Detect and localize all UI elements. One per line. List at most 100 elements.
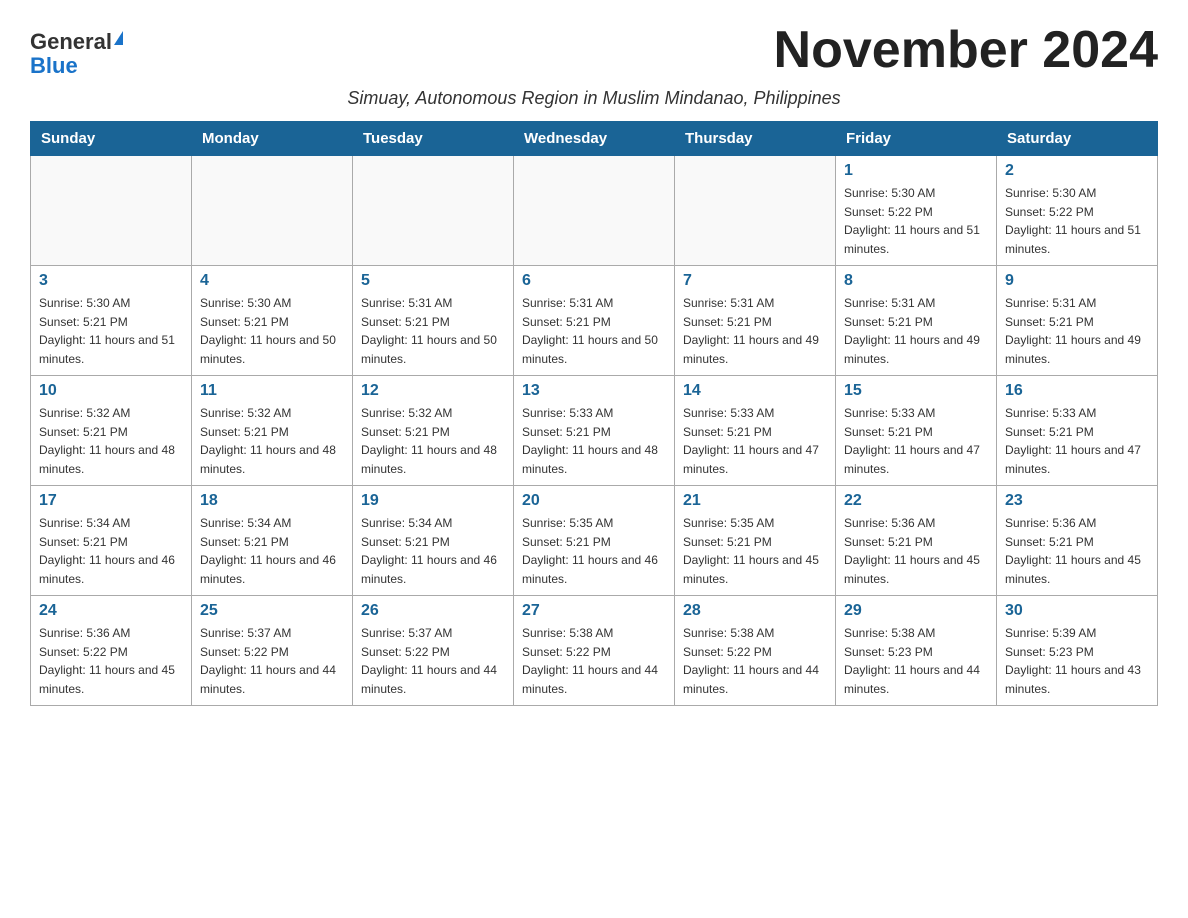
day-info: Sunrise: 5:30 AM Sunset: 5:21 PM Dayligh…	[200, 294, 344, 368]
header-row: SundayMondayTuesdayWednesdayThursdayFrid…	[31, 122, 1158, 156]
calendar-cell: 30 Sunrise: 5:39 AM Sunset: 5:23 PM Dayli…	[997, 596, 1158, 706]
calendar-cell: 29Sunrise: 5:38 AM Sunset: 5:23 PM Dayli…	[836, 596, 997, 706]
calendar-cell	[31, 156, 192, 266]
day-info: Sunrise: 5:35 AM Sunset: 5:21 PM Dayligh…	[683, 514, 827, 588]
day-info: Sunrise: 5:32 AM Sunset: 5:21 PM Dayligh…	[361, 404, 505, 478]
calendar-cell	[353, 156, 514, 266]
day-number: 14	[683, 382, 827, 400]
calendar-cell: 19Sunrise: 5:34 AM Sunset: 5:21 PM Dayli…	[353, 486, 514, 596]
day-number: 20	[522, 492, 666, 510]
day-number: 26	[361, 602, 505, 620]
day-info: Sunrise: 5:30 AM Sunset: 5:22 PM Dayligh…	[1005, 184, 1149, 258]
calendar-cell: 28Sunrise: 5:38 AM Sunset: 5:22 PM Dayli…	[675, 596, 836, 706]
calendar-header: SundayMondayTuesdayWednesdayThursdayFrid…	[31, 122, 1158, 156]
day-info: Sunrise: 5:33 AM Sunset: 5:21 PM Dayligh…	[844, 404, 988, 478]
day-info: Sunrise: 5:32 AM Sunset: 5:21 PM Dayligh…	[39, 404, 183, 478]
week-row-2: 3 Sunrise: 5:30 AM Sunset: 5:21 PM Daylig…	[31, 266, 1158, 376]
calendar-cell: 17 Sunrise: 5:34 AM Sunset: 5:21 PM Dayli…	[31, 486, 192, 596]
day-number: 5	[361, 272, 505, 290]
calendar-cell: 20 Sunrise: 5:35 AM Sunset: 5:21 PM Dayli…	[514, 486, 675, 596]
calendar-cell: 23 Sunrise: 5:36 AM Sunset: 5:21 PM Dayli…	[997, 486, 1158, 596]
calendar-cell: 12Sunrise: 5:32 AM Sunset: 5:21 PM Dayli…	[353, 376, 514, 486]
calendar-cell	[192, 156, 353, 266]
logo-general-text: General	[30, 30, 112, 54]
day-number: 9	[1005, 272, 1149, 290]
logo-triangle-icon	[114, 31, 123, 45]
day-info: Sunrise: 5:32 AM Sunset: 5:21 PM Dayligh…	[200, 404, 344, 478]
calendar-cell: 9 Sunrise: 5:31 AM Sunset: 5:21 PM Daylig…	[997, 266, 1158, 376]
day-info: Sunrise: 5:36 AM Sunset: 5:21 PM Dayligh…	[844, 514, 988, 588]
day-info: Sunrise: 5:35 AM Sunset: 5:21 PM Dayligh…	[522, 514, 666, 588]
day-number: 3	[39, 272, 183, 290]
day-info: Sunrise: 5:33 AM Sunset: 5:21 PM Dayligh…	[683, 404, 827, 478]
day-number: 7	[683, 272, 827, 290]
calendar-cell: 21 Sunrise: 5:35 AM Sunset: 5:21 PM Dayli…	[675, 486, 836, 596]
calendar-cell	[514, 156, 675, 266]
day-number: 24	[39, 602, 183, 620]
day-number: 28	[683, 602, 827, 620]
logo: General Blue	[30, 30, 123, 78]
day-number: 8	[844, 272, 988, 290]
day-number: 13	[522, 382, 666, 400]
calendar-cell: 5Sunrise: 5:31 AM Sunset: 5:21 PM Daylig…	[353, 266, 514, 376]
calendar-cell: 7 Sunrise: 5:31 AM Sunset: 5:21 PM Daylig…	[675, 266, 836, 376]
day-number: 4	[200, 272, 344, 290]
calendar-cell: 27 Sunrise: 5:38 AM Sunset: 5:22 PM Dayli…	[514, 596, 675, 706]
calendar-cell: 13 Sunrise: 5:33 AM Sunset: 5:21 PM Dayli…	[514, 376, 675, 486]
day-info: Sunrise: 5:36 AM Sunset: 5:22 PM Dayligh…	[39, 624, 183, 698]
day-number: 25	[200, 602, 344, 620]
header-day-friday: Friday	[836, 122, 997, 156]
day-info: Sunrise: 5:31 AM Sunset: 5:21 PM Dayligh…	[683, 294, 827, 368]
day-info: Sunrise: 5:37 AM Sunset: 5:22 PM Dayligh…	[200, 624, 344, 698]
day-number: 1	[844, 162, 988, 180]
week-row-3: 10Sunrise: 5:32 AM Sunset: 5:21 PM Dayli…	[31, 376, 1158, 486]
day-info: Sunrise: 5:31 AM Sunset: 5:21 PM Dayligh…	[1005, 294, 1149, 368]
header-day-tuesday: Tuesday	[353, 122, 514, 156]
day-number: 2	[1005, 162, 1149, 180]
calendar-cell: 15 Sunrise: 5:33 AM Sunset: 5:21 PM Dayli…	[836, 376, 997, 486]
calendar-cell: 22 Sunrise: 5:36 AM Sunset: 5:21 PM Dayli…	[836, 486, 997, 596]
calendar-cell: 2 Sunrise: 5:30 AM Sunset: 5:22 PM Daylig…	[997, 156, 1158, 266]
page-subtitle: Simuay, Autonomous Region in Muslim Mind…	[30, 88, 1158, 109]
calendar-cell: 3 Sunrise: 5:30 AM Sunset: 5:21 PM Daylig…	[31, 266, 192, 376]
day-info: Sunrise: 5:34 AM Sunset: 5:21 PM Dayligh…	[39, 514, 183, 588]
week-row-5: 24 Sunrise: 5:36 AM Sunset: 5:22 PM Dayli…	[31, 596, 1158, 706]
day-info: Sunrise: 5:30 AM Sunset: 5:21 PM Dayligh…	[39, 294, 183, 368]
day-info: Sunrise: 5:33 AM Sunset: 5:21 PM Dayligh…	[522, 404, 666, 478]
header-day-wednesday: Wednesday	[514, 122, 675, 156]
month-title: November 2024	[774, 20, 1158, 80]
day-number: 22	[844, 492, 988, 510]
day-info: Sunrise: 5:37 AM Sunset: 5:22 PM Dayligh…	[361, 624, 505, 698]
day-number: 15	[844, 382, 988, 400]
calendar-cell: 24 Sunrise: 5:36 AM Sunset: 5:22 PM Dayli…	[31, 596, 192, 706]
logo-blue-text: Blue	[30, 54, 78, 78]
day-info: Sunrise: 5:36 AM Sunset: 5:21 PM Dayligh…	[1005, 514, 1149, 588]
calendar-cell: 16Sunrise: 5:33 AM Sunset: 5:21 PM Dayli…	[997, 376, 1158, 486]
day-info: Sunrise: 5:34 AM Sunset: 5:21 PM Dayligh…	[361, 514, 505, 588]
calendar-cell: 10Sunrise: 5:32 AM Sunset: 5:21 PM Dayli…	[31, 376, 192, 486]
calendar-cell: 25 Sunrise: 5:37 AM Sunset: 5:22 PM Dayli…	[192, 596, 353, 706]
page-header: General Blue November 2024	[30, 20, 1158, 80]
calendar-cell: 4 Sunrise: 5:30 AM Sunset: 5:21 PM Daylig…	[192, 266, 353, 376]
calendar-body: 1 Sunrise: 5:30 AM Sunset: 5:22 PM Daylig…	[31, 156, 1158, 706]
day-number: 21	[683, 492, 827, 510]
day-info: Sunrise: 5:39 AM Sunset: 5:23 PM Dayligh…	[1005, 624, 1149, 698]
day-info: Sunrise: 5:38 AM Sunset: 5:23 PM Dayligh…	[844, 624, 988, 698]
day-number: 27	[522, 602, 666, 620]
calendar-cell: 26 Sunrise: 5:37 AM Sunset: 5:22 PM Dayli…	[353, 596, 514, 706]
day-number: 6	[522, 272, 666, 290]
day-number: 16	[1005, 382, 1149, 400]
header-day-monday: Monday	[192, 122, 353, 156]
calendar-cell: 11 Sunrise: 5:32 AM Sunset: 5:21 PM Dayli…	[192, 376, 353, 486]
calendar-cell: 1Sunrise: 5:30 AM Sunset: 5:22 PM Daylig…	[836, 156, 997, 266]
day-number: 11	[200, 382, 344, 400]
day-info: Sunrise: 5:38 AM Sunset: 5:22 PM Dayligh…	[522, 624, 666, 698]
day-number: 30	[1005, 602, 1149, 620]
calendar-cell: 8 Sunrise: 5:31 AM Sunset: 5:21 PM Daylig…	[836, 266, 997, 376]
day-number: 23	[1005, 492, 1149, 510]
header-day-thursday: Thursday	[675, 122, 836, 156]
day-number: 17	[39, 492, 183, 510]
day-info: Sunrise: 5:31 AM Sunset: 5:21 PM Dayligh…	[844, 294, 988, 368]
calendar-table: SundayMondayTuesdayWednesdayThursdayFrid…	[30, 121, 1158, 706]
day-info: Sunrise: 5:34 AM Sunset: 5:21 PM Dayligh…	[200, 514, 344, 588]
